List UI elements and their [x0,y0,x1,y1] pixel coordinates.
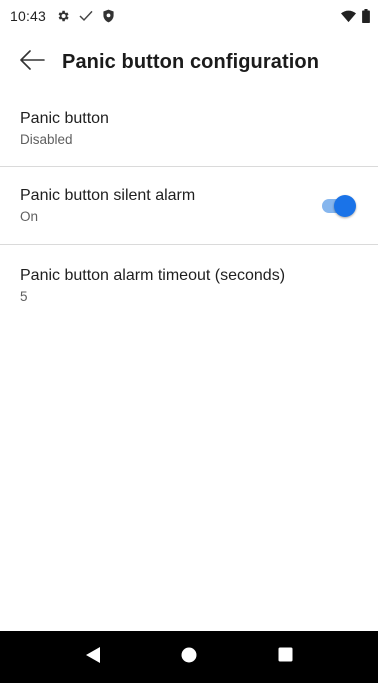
settings-item-summary: 5 [20,289,28,304]
recents-square-icon [278,647,293,667]
shield-icon [102,9,115,23]
settings-item-title: Panic button alarm timeout (seconds) [20,267,286,284]
back-triangle-icon [85,646,101,669]
check-icon [78,9,94,23]
settings-item-silent-alarm[interactable]: Panic button silent alarm On [0,167,378,244]
nav-back-button[interactable] [45,631,141,683]
navigation-bar [0,631,378,683]
settings-gear-icon [56,9,70,23]
settings-item-title: Panic button silent alarm [20,186,196,204]
settings-item-texts: Panic button silent alarm On [20,186,320,226]
settings-item-title: Panic button [20,109,109,127]
status-time: 10:43 [10,8,47,24]
wifi-icon [341,10,356,23]
app-bar: Panic button configuration [0,38,378,86]
back-button[interactable] [8,38,56,86]
home-circle-icon [181,647,197,668]
status-icons-right [341,9,370,23]
page-title: Panic button configuration [62,50,320,73]
settings-item-summary: Disabled [20,131,73,147]
nav-recents-button[interactable] [237,631,333,683]
status-icons-left [56,9,115,23]
settings-item-alarm-timeout[interactable]: Panic button alarm timeout (seconds) 5 [0,245,378,331]
silent-alarm-toggle[interactable] [320,194,356,217]
settings-list: Panic button Disabled Panic button silen… [0,91,378,331]
settings-item-texts: Panic button Disabled [20,109,358,149]
settings-item-summary: On [20,208,39,224]
toggle-thumb [334,194,356,217]
battery-icon [362,9,370,23]
settings-item-panic-button[interactable]: Panic button Disabled [0,91,378,166]
arrow-left-icon [19,49,45,75]
status-bar: 10:43 [0,0,378,32]
nav-home-button[interactable] [141,631,237,683]
settings-item-texts: Panic button alarm timeout (seconds) 5 [20,266,358,306]
